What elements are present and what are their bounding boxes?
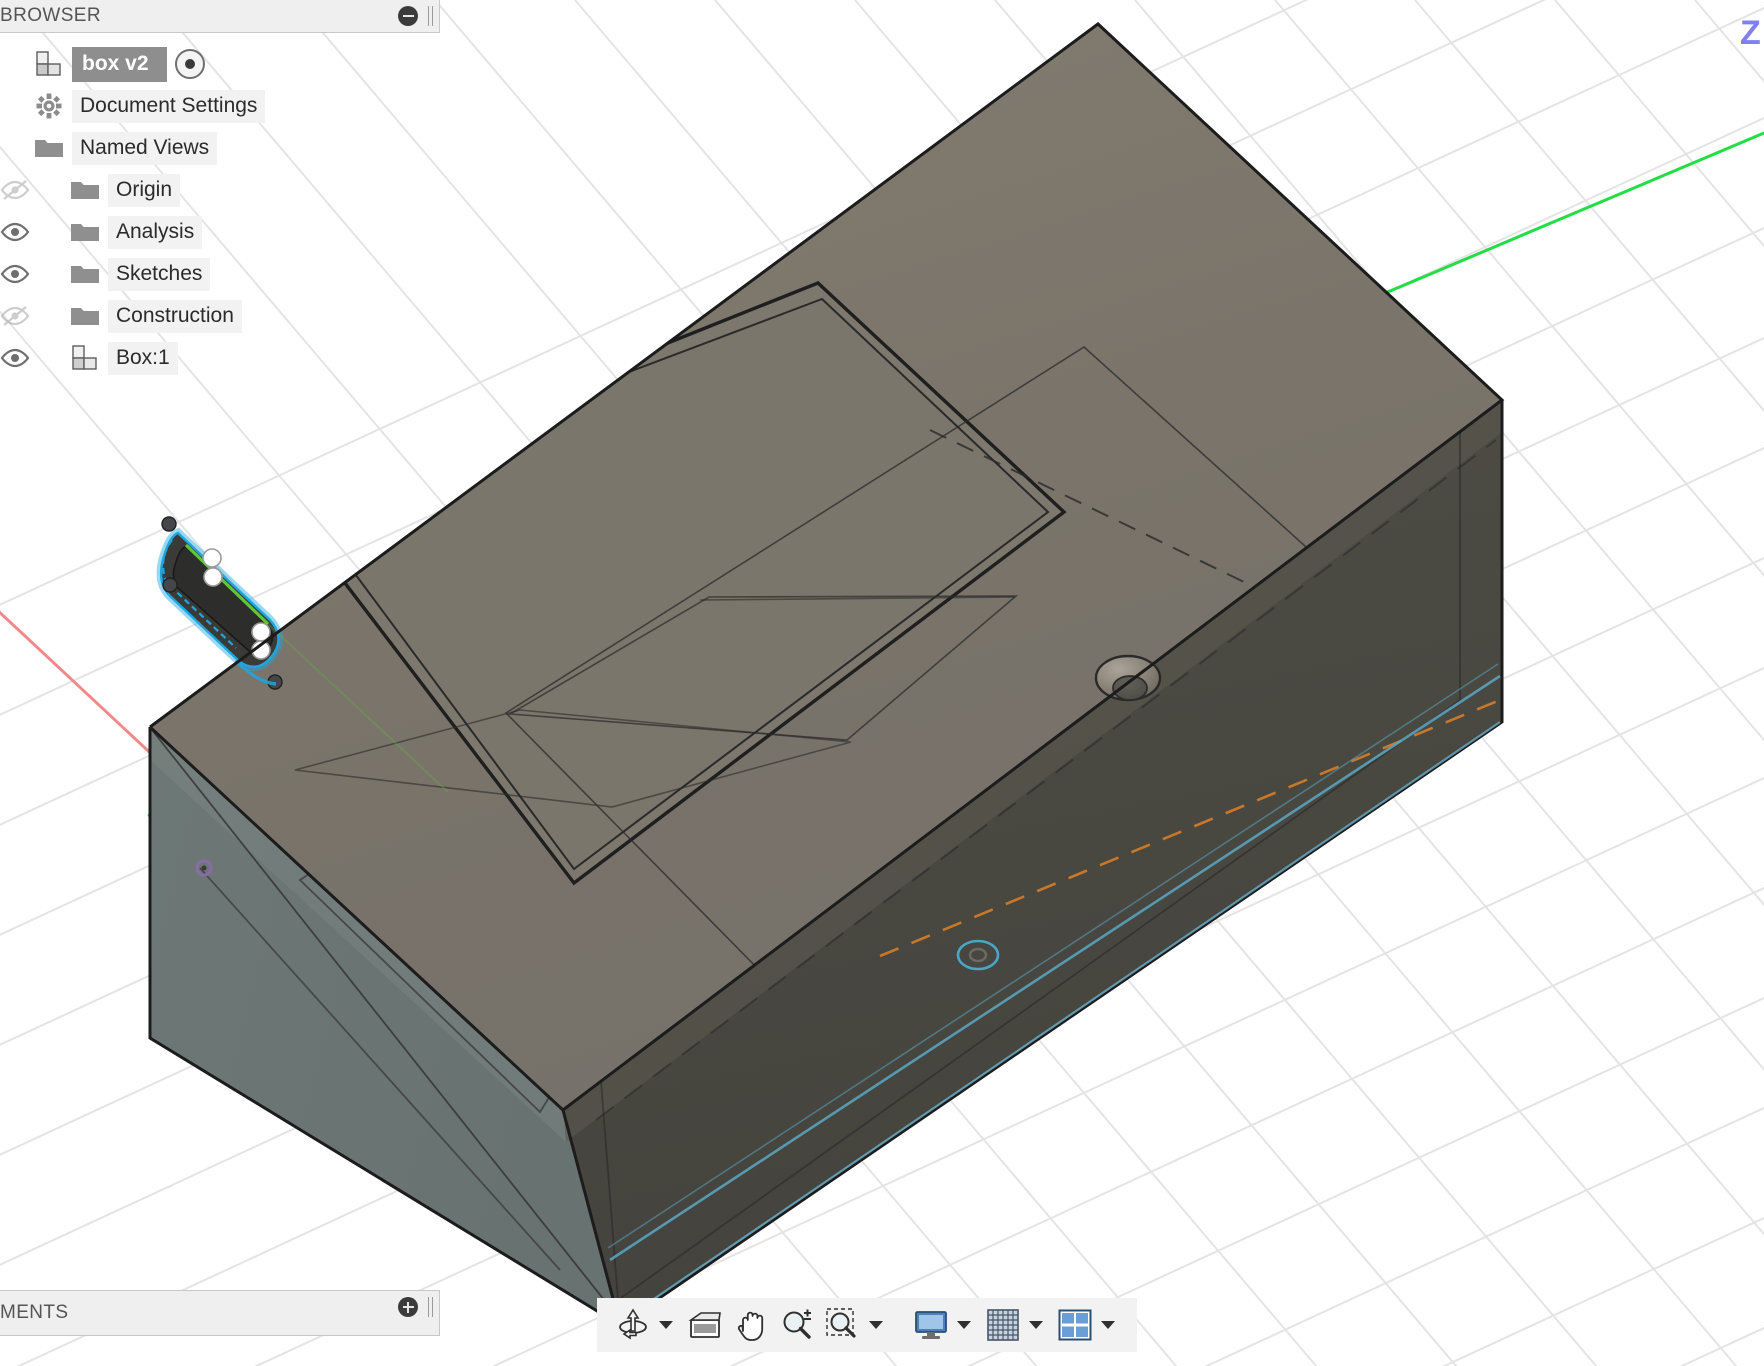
tree-item-sketches[interactable]: Sketches (0, 253, 440, 295)
orbit-icon[interactable] (611, 1303, 655, 1347)
eye-visible-icon[interactable] (0, 262, 32, 286)
tree-item-label: Document Settings (72, 90, 265, 123)
folder-icon (68, 218, 102, 246)
slot-point-handle (204, 568, 222, 586)
folder-icon (68, 176, 102, 204)
look-at-icon[interactable] (683, 1303, 727, 1347)
comments-panel: MENTS (0, 1290, 440, 1366)
grid-icon[interactable] (981, 1303, 1025, 1347)
plus-circle-icon[interactable] (398, 1297, 418, 1317)
browser-panel-title: BROWSER (0, 5, 101, 27)
panel-resize-grip[interactable] (428, 1297, 433, 1317)
eye-placeholder (0, 94, 32, 118)
browser-panel: BROWSER box v2 (0, 0, 440, 379)
navigation-toolbar (597, 1298, 1137, 1352)
tree-item-box-1[interactable]: Box:1 (0, 337, 440, 379)
activate-component-radio[interactable] (175, 49, 205, 79)
fusion-workspace: Z BROWSER box v2 (0, 0, 1764, 1366)
grid-settings-caret[interactable] (1029, 1321, 1043, 1329)
comments-panel-header: MENTS (0, 1290, 440, 1336)
zoom-plus-minus-icon[interactable] (775, 1303, 819, 1347)
countersunk-hole[interactable] (1096, 656, 1160, 700)
zoom-window-icon[interactable] (821, 1303, 865, 1347)
comments-panel-title: MENTS (0, 1302, 69, 1324)
eye-placeholder (0, 136, 32, 160)
browser-tree: box v2 Document Setti (0, 33, 440, 379)
viewport-layout-caret[interactable] (1101, 1321, 1115, 1329)
tree-item-label: Origin (108, 174, 180, 207)
folder-icon (68, 260, 102, 288)
folder-icon (68, 302, 102, 330)
slot-endpoint-dot (163, 578, 177, 592)
component-icon (32, 50, 66, 78)
gear-icon (32, 92, 66, 120)
tree-item-label: Sketches (108, 258, 210, 291)
tree-item-label: Construction (108, 300, 242, 333)
slot-point-handle (203, 549, 221, 567)
eye-hidden-icon[interactable] (0, 178, 32, 202)
monitor-icon[interactable] (909, 1303, 953, 1347)
minus-circle-icon[interactable] (398, 6, 418, 26)
tree-item-named-views[interactable]: Named Views (0, 127, 440, 169)
eye-placeholder (0, 52, 32, 76)
tree-item-construction[interactable]: Construction (0, 295, 440, 337)
tree-item-label: Named Views (72, 132, 217, 165)
tree-item-box-v2[interactable]: box v2 (0, 43, 440, 85)
tree-item-label: box v2 (72, 47, 167, 82)
tree-item-label: Analysis (108, 216, 202, 249)
eye-visible-icon[interactable] (0, 346, 32, 370)
tree-item-origin[interactable]: Origin (0, 169, 440, 211)
tree-item-label: Box:1 (108, 342, 178, 375)
zoom-dropdown-caret[interactable] (869, 1321, 883, 1329)
eye-visible-icon[interactable] (0, 220, 32, 244)
viewport-layout-icon[interactable] (1053, 1303, 1097, 1347)
folder-icon (32, 134, 66, 162)
eye-hidden-icon[interactable] (0, 304, 32, 328)
tree-item-document-settings[interactable]: Document Settings (0, 85, 440, 127)
panel-resize-grip[interactable] (428, 6, 433, 26)
display-settings-caret[interactable] (957, 1321, 971, 1329)
pan-hand-icon[interactable] (729, 1303, 773, 1347)
browser-panel-header: BROWSER (0, 0, 440, 33)
tree-item-analysis[interactable]: Analysis (0, 211, 440, 253)
body-icon (68, 344, 102, 372)
orbit-dropdown-caret[interactable] (659, 1321, 673, 1329)
z-axis-label: Z (1740, 14, 1761, 53)
slot-endpoint-dot (162, 517, 176, 531)
